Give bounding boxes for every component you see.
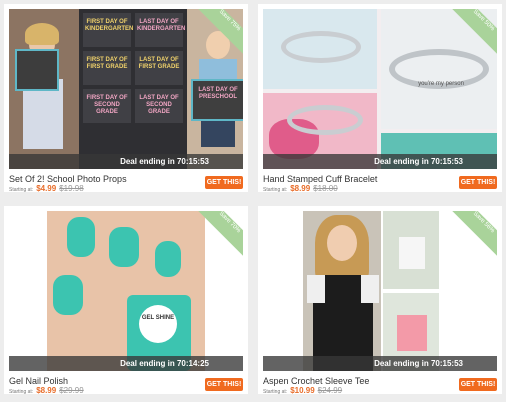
sign-text: FIRST DAY OF SECOND GRADE [86, 95, 128, 115]
product-image[interactable]: Save 56% Deal ending in 70:15:53 [263, 211, 497, 371]
product-card[interactable]: Save 56% Deal ending in 70:15:53 Aspen C… [258, 206, 502, 395]
product-title[interactable]: Hand Stamped Cuff Bracelet [263, 174, 377, 184]
crochet-sleeve [361, 275, 379, 303]
sale-price: $8.99 [290, 184, 311, 193]
girl-sign [15, 49, 59, 91]
deal-countdown: Deal ending in 70:14:25 [9, 356, 243, 371]
boy-shorts [201, 117, 235, 147]
fingernail [53, 275, 83, 315]
product-image[interactable]: you're my person Save 50% Deal ending in… [263, 9, 497, 169]
fingernail [155, 241, 181, 277]
original-price: $19.98 [59, 184, 84, 193]
sign-text: LAST DAY OF PRESCHOOL [198, 87, 238, 100]
deal-countdown: Deal ending in 70:15:53 [263, 356, 497, 371]
model-face [327, 225, 357, 261]
deal-countdown: Deal ending in 70:15:53 [263, 154, 497, 169]
get-this-button[interactable]: GET THIS! [459, 378, 497, 391]
get-this-button[interactable]: GET THIS! [459, 176, 497, 189]
price-row: Starting at: $4.99 $19.98 [9, 184, 84, 193]
bracelet-band [281, 31, 361, 63]
product-title[interactable]: Gel Nail Polish [9, 376, 68, 386]
sign-text: LAST DAY OF KINDERGARTEN [137, 19, 186, 32]
product-image[interactable]: FIRST DAY OF KINDERGARTEN LAST DAY OF KI… [9, 9, 243, 169]
girl-hair [25, 23, 59, 45]
product-title[interactable]: Aspen Crochet Sleeve Tee [263, 376, 369, 386]
sign-text: FIRST DAY OF KINDERGARTEN [85, 19, 134, 32]
price-row: Starting at: $10.99 $24.99 [263, 386, 342, 395]
product-card[interactable]: FIRST DAY OF KINDERGARTEN LAST DAY OF KI… [4, 4, 248, 193]
starting-label: Starting at: [9, 187, 34, 193]
original-price: $24.99 [317, 386, 343, 395]
product-title[interactable]: Set Of 2! School Photo Props [9, 174, 127, 184]
product-card[interactable]: GEL SHINE Save 70% Deal ending in 70:14:… [4, 206, 248, 395]
model-top [399, 237, 425, 269]
fingernail [109, 227, 139, 267]
bracelet-band [287, 105, 363, 135]
get-this-button[interactable]: GET THIS! [205, 176, 243, 189]
sign-text: LAST DAY OF SECOND GRADE [139, 95, 179, 115]
sale-price: $10.99 [290, 386, 315, 395]
sale-price: $4.99 [36, 184, 57, 193]
engraving-text: you're my person [418, 81, 464, 87]
price-row: Starting at: $8.99 $29.99 [9, 386, 84, 395]
product-image[interactable]: GEL SHINE Save 70% Deal ending in 70:14:… [9, 211, 243, 371]
original-price: $18.00 [313, 184, 338, 193]
sign-text: FIRST DAY OF FIRST GRADE [86, 57, 128, 70]
starting-label: Starting at: [9, 389, 34, 395]
crochet-sleeve [307, 275, 325, 303]
get-this-button[interactable]: GET THIS! [205, 378, 243, 391]
bottle-label [139, 305, 177, 343]
starting-label: Starting at: [263, 389, 288, 395]
bottle-text: GEL SHINE [141, 315, 175, 321]
sign-text: LAST DAY OF FIRST GRADE [138, 57, 180, 70]
sale-price: $8.99 [36, 386, 57, 395]
discount-ribbon: Save 56% [447, 211, 497, 259]
original-price: $29.99 [59, 386, 84, 395]
product-card[interactable]: you're my person Save 50% Deal ending in… [258, 4, 502, 193]
fingernail [67, 217, 95, 257]
model-top [397, 315, 427, 351]
price-row: Starting at: $8.99 $18.00 [263, 184, 338, 193]
starting-label: Starting at: [263, 187, 288, 193]
deal-countdown: Deal ending in 70:15:53 [9, 154, 243, 169]
